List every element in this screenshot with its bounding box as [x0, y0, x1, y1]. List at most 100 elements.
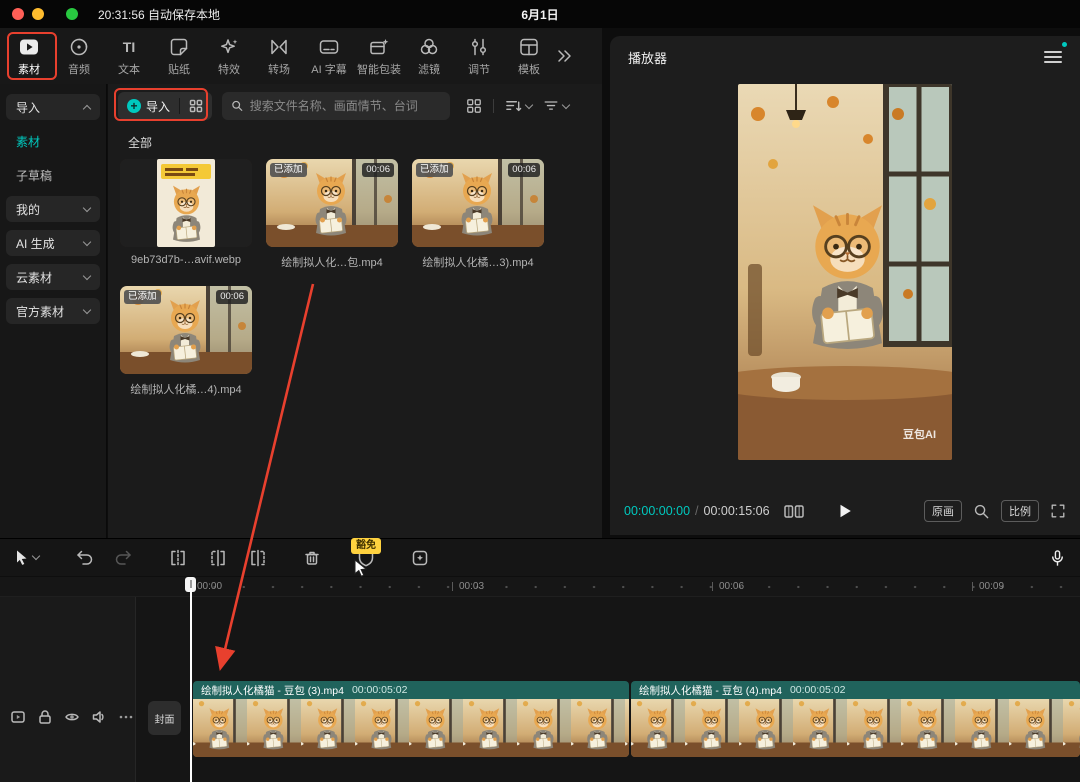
more-tabs-button[interactable] — [556, 30, 574, 82]
sidebar-section-cloud-material[interactable]: 云素材 — [6, 264, 100, 290]
search-box[interactable] — [222, 92, 450, 120]
tab-label: 调节 — [468, 61, 490, 77]
media-item[interactable]: 已添加 00:06 绘制拟人化橘…3).mp4 — [412, 159, 544, 270]
ruler-tick — [972, 582, 973, 591]
video-preview-area[interactable]: 豆包AI — [610, 78, 1080, 470]
media-thumbnail[interactable] — [120, 159, 252, 247]
redo-button[interactable] — [115, 549, 133, 566]
media-toolbar: + 导入 — [108, 84, 602, 120]
ruler-tick — [452, 582, 453, 591]
window-close-button[interactable] — [12, 8, 24, 20]
clip-filmstrip — [631, 699, 1080, 757]
import-button[interactable]: + 导入 — [118, 92, 212, 120]
media-thumbnail[interactable]: 已添加 00:06 — [266, 159, 398, 247]
playhead-handle[interactable] — [185, 577, 196, 592]
tab-label: 贴纸 — [168, 61, 190, 77]
chevron-down-icon — [32, 552, 40, 560]
total-time: 00:00:15:06 — [704, 504, 770, 518]
import-folder-button[interactable] — [180, 92, 212, 120]
zoom-fit-button[interactable] — [973, 503, 990, 520]
tab-adjust[interactable]: 调节 — [454, 30, 504, 82]
cover-button[interactable]: 封面 — [148, 701, 181, 735]
frame-preview-toggle[interactable] — [784, 504, 804, 519]
fullscreen-button[interactable] — [1050, 503, 1066, 519]
player-header: 播放器 — [610, 36, 1080, 78]
captions-icon — [318, 36, 340, 58]
window-minimize-button[interactable] — [32, 8, 44, 20]
sort-button[interactable] — [505, 98, 532, 114]
speaker-icon — [91, 709, 107, 725]
mic-icon — [1049, 549, 1066, 567]
eye-icon — [64, 709, 80, 725]
tab-effects[interactable]: 特效 — [204, 30, 254, 82]
autosave-status: 20:31:56 自动保存本地 — [98, 6, 220, 23]
original-quality-button[interactable]: 原画 — [924, 500, 962, 522]
media-item[interactable]: 已添加 00:06 绘制拟人化…包.mp4 — [266, 159, 398, 270]
grid-view-button[interactable] — [466, 98, 482, 114]
track-preview-toggle[interactable] — [10, 709, 26, 725]
redo-icon — [115, 549, 133, 566]
sticker-icon — [168, 36, 190, 58]
tab-ai-captions[interactable]: AI 字幕 — [304, 30, 354, 82]
trim-right-icon — [249, 549, 267, 567]
media-item[interactable]: 已添加 00:06 绘制拟人化橘…4).mp4 — [120, 286, 252, 397]
timeline-clip[interactable]: 绘制拟人化橘猫 - 豆包 (4).mp4 00:00:05:02 — [631, 681, 1080, 757]
tab-label: 素材 — [18, 61, 40, 77]
tab-filters[interactable]: 滤镜 — [404, 30, 454, 82]
plus-icon: + — [127, 99, 141, 113]
fullscreen-icon — [1050, 503, 1066, 519]
record-voice-button[interactable] — [1049, 549, 1066, 567]
track-lock-toggle[interactable] — [37, 709, 53, 725]
timeline-clip[interactable]: 绘制拟人化橘猫 - 豆包 (3).mp4 00:00:05:02 — [193, 681, 629, 757]
filter-button[interactable] — [543, 98, 569, 114]
play-button[interactable] — [837, 503, 853, 519]
sidebar-section-import[interactable]: 导入 — [6, 94, 100, 120]
frames-icon — [784, 504, 804, 519]
timeline-ruler[interactable]: 00:00 00:03 00:06 00:09 — [0, 577, 1080, 597]
delete-right-button[interactable] — [249, 549, 267, 567]
search-input[interactable] — [250, 99, 441, 113]
sidebar-section-official-material[interactable]: 官方素材 — [6, 298, 100, 324]
tab-audio[interactable]: 音频 — [54, 30, 104, 82]
more-dots-icon — [118, 709, 134, 725]
split-button[interactable] — [169, 549, 187, 567]
sidebar-section-ai-generate[interactable]: AI 生成 — [6, 230, 100, 256]
window-zoom-button[interactable] — [66, 8, 78, 20]
filter-list-icon — [543, 98, 559, 114]
view-controls — [466, 98, 569, 114]
media-thumbnail[interactable]: 已添加 00:06 — [412, 159, 544, 247]
clip-header: 绘制拟人化橘猫 - 豆包 (4).mp4 00:00:05:02 — [631, 681, 1080, 699]
import-grid-icon — [189, 99, 203, 113]
player-title: 播放器 — [628, 48, 667, 67]
sidebar-section-mine[interactable]: 我的 — [6, 196, 100, 222]
tab-transitions[interactable]: 转场 — [254, 30, 304, 82]
media-thumbnail[interactable]: 已添加 00:06 — [120, 286, 252, 374]
undo-button[interactable] — [75, 549, 93, 566]
delete-left-button[interactable] — [209, 549, 227, 567]
sidebar-item-material[interactable]: 素材 — [6, 128, 100, 154]
sidebar-item-subdraft[interactable]: 子草稿 — [6, 162, 100, 188]
track-more-button[interactable] — [118, 709, 134, 725]
exempt-feature-icon — [411, 549, 429, 567]
tab-smart-package[interactable]: 智能包装 — [354, 30, 404, 82]
exempt-feature-button[interactable] — [411, 549, 429, 567]
media-item-name: 绘制拟人化橘…4).mp4 — [120, 381, 252, 397]
aspect-ratio-button[interactable]: 比例 — [1001, 500, 1039, 522]
item-label: 素材 — [16, 133, 40, 150]
track-mute-toggle[interactable] — [91, 709, 107, 725]
select-tool-button[interactable] — [14, 549, 39, 566]
ruler-mark: 00:00 — [197, 581, 222, 592]
tab-sticker[interactable]: 贴纸 — [154, 30, 204, 82]
player-menu-icon[interactable] — [1044, 48, 1062, 66]
delete-button[interactable] — [303, 549, 321, 567]
chevron-down-icon — [83, 237, 91, 245]
tab-templates[interactable]: 模板 — [504, 30, 554, 82]
ruler-ticks — [200, 585, 1080, 589]
svg-text:TI: TI — [123, 39, 135, 55]
track-visibility-toggle[interactable] — [64, 709, 80, 725]
smart-package-icon — [368, 36, 390, 58]
duration-badge: 00:06 — [508, 163, 540, 177]
tab-text[interactable]: TI 文本 — [104, 30, 154, 82]
media-item[interactable]: 9eb73d7b-…avif.webp — [120, 159, 252, 270]
tab-media[interactable]: 素材 — [4, 30, 54, 82]
